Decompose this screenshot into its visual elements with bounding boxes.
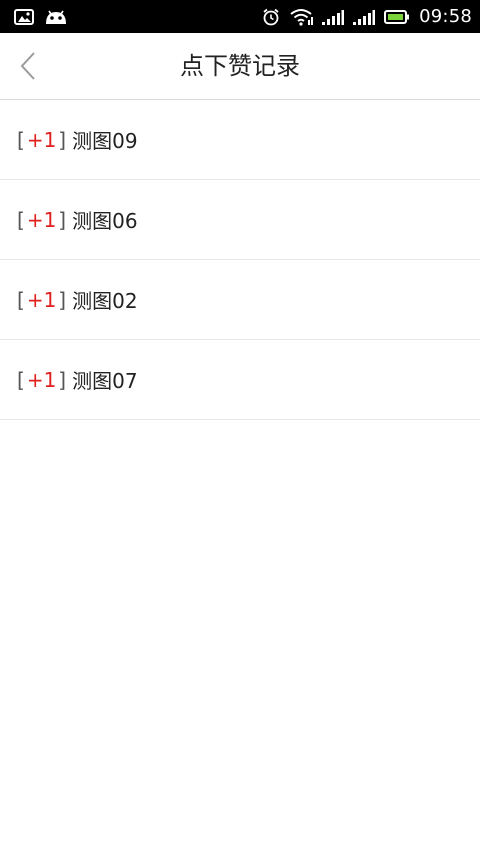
page-title: 点下赞记录 [180, 52, 300, 80]
like-record-list: [ +1 ] 测图09 [ +1 ] 测图06 [ +1 ] 测图02 [ +1… [0, 100, 480, 420]
status-left [14, 8, 68, 25]
badge-bracket-open: [ [17, 127, 25, 152]
plus-one-badge: +1 [26, 287, 57, 312]
badge-bracket-close: ] [58, 207, 67, 232]
battery-icon [384, 9, 410, 25]
back-button[interactable] [10, 47, 46, 85]
item-name: 测图06 [72, 209, 138, 233]
plus-one-badge: +1 [26, 127, 57, 152]
chevron-left-icon [19, 51, 37, 81]
badge-bracket-close: ] [58, 127, 67, 152]
list-item[interactable]: [ +1 ] 测图06 [0, 180, 480, 260]
status-bar: 09:58 [0, 0, 480, 33]
item-name: 测图02 [72, 289, 138, 313]
plus-one-badge: +1 [26, 367, 57, 392]
item-name: 测图09 [72, 129, 138, 153]
alarm-icon [262, 8, 280, 26]
plus-one-badge: +1 [26, 207, 57, 232]
badge-bracket-close: ] [58, 367, 67, 392]
nav-header: 点下赞记录 [0, 33, 480, 100]
list-item[interactable]: [ +1 ] 测图07 [0, 340, 480, 420]
badge-bracket-open: [ [17, 207, 25, 232]
image-icon [14, 8, 34, 25]
item-name: 测图07 [72, 369, 138, 393]
android-icon [44, 9, 68, 25]
badge-bracket-close: ] [58, 287, 67, 312]
list-item[interactable]: [ +1 ] 测图02 [0, 260, 480, 340]
wifi-icon [289, 8, 314, 26]
signal-icon [322, 9, 345, 25]
clock-time: 09:58 [419, 6, 472, 27]
badge-bracket-open: [ [17, 367, 25, 392]
list-item[interactable]: [ +1 ] 测图09 [0, 100, 480, 180]
signal-icon [353, 9, 376, 25]
badge-bracket-open: [ [17, 287, 25, 312]
status-right: 09:58 [262, 6, 472, 27]
